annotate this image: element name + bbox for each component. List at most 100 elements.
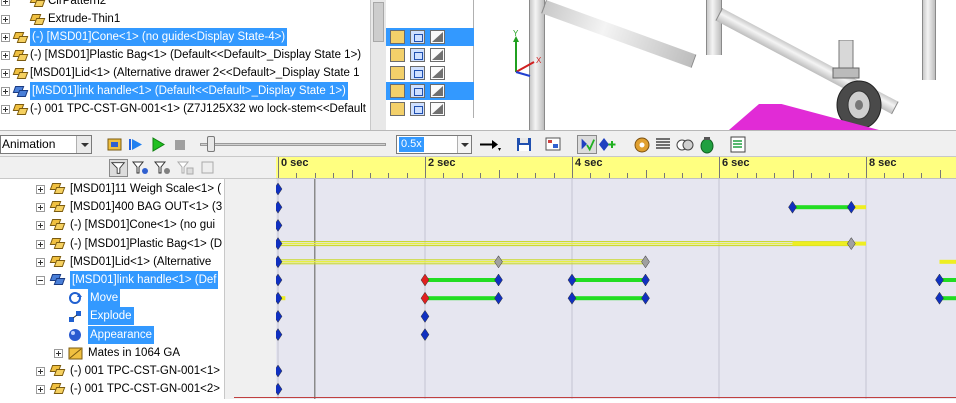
key-point[interactable]: [567, 291, 577, 305]
key-point[interactable]: [420, 291, 430, 305]
change-bar[interactable]: [572, 296, 646, 301]
key-point[interactable]: [567, 273, 577, 287]
play-icon[interactable]: [148, 135, 168, 154]
appearance-icon[interactable]: [430, 48, 445, 62]
expand-icon[interactable]: [1, 15, 10, 24]
appearance-icon[interactable]: [430, 66, 445, 80]
timeline-slider-thumb[interactable]: [207, 136, 215, 152]
key-point[interactable]: [494, 291, 503, 305]
expand-icon[interactable]: [1, 87, 10, 96]
chevron-down-icon[interactable]: [457, 136, 471, 153]
key-point[interactable]: [276, 273, 283, 287]
filter-driving-icon[interactable]: [131, 159, 150, 177]
display-pane-row[interactable]: [386, 46, 474, 64]
key-point[interactable]: [494, 273, 503, 287]
display-mode-icon[interactable]: [410, 30, 425, 44]
results-icon[interactable]: [728, 135, 748, 154]
spring-icon[interactable]: [653, 135, 673, 154]
add-key-icon[interactable]: [598, 135, 618, 154]
change-bar[interactable]: [425, 296, 499, 301]
expand-icon[interactable]: [36, 203, 45, 213]
expand-icon[interactable]: [54, 348, 63, 358]
playback-mode-icon[interactable]: [478, 135, 502, 154]
collapse-icon[interactable]: [36, 276, 45, 285]
contact-icon[interactable]: [675, 135, 695, 154]
display-pane-row[interactable]: [386, 82, 474, 100]
key-point[interactable]: [420, 328, 430, 342]
key-point[interactable]: [935, 273, 944, 287]
timeline-tracks[interactable]: [276, 157, 956, 399]
tree-vertical-scrollbar[interactable]: [370, 0, 386, 130]
change-bar[interactable]: [425, 278, 499, 282]
key-point[interactable]: [276, 200, 283, 214]
key-point[interactable]: [788, 200, 797, 214]
change-bar[interactable]: [572, 278, 646, 282]
display-mode-icon[interactable]: [410, 48, 425, 62]
appearance-icon[interactable]: [430, 102, 445, 116]
expand-icon[interactable]: [36, 367, 45, 376]
filter-selected-icon[interactable]: [153, 159, 172, 177]
key-point[interactable]: [846, 200, 856, 214]
key-point[interactable]: [276, 182, 283, 196]
key-point[interactable]: [276, 218, 283, 232]
animation-wizard-icon[interactable]: [544, 135, 564, 154]
key-point[interactable]: [935, 291, 944, 305]
key-point[interactable]: [641, 255, 650, 269]
display-mode-icon[interactable]: [410, 66, 425, 80]
key-point[interactable]: [641, 291, 650, 305]
key-point[interactable]: [276, 364, 283, 378]
stop-icon[interactable]: [170, 135, 190, 154]
key-point[interactable]: [494, 255, 503, 269]
change-bar[interactable]: [939, 259, 956, 264]
display-mode-icon[interactable]: [410, 102, 425, 116]
scrollbar-thumb[interactable]: [373, 2, 384, 42]
key-point[interactable]: [276, 237, 283, 251]
display-state-icon[interactable]: [390, 48, 405, 62]
autokey-icon[interactable]: [577, 135, 597, 154]
play-from-start-icon[interactable]: [126, 135, 146, 154]
timeline-slider-track[interactable]: [200, 143, 386, 146]
motor-icon[interactable]: [632, 135, 652, 154]
chevron-down-icon[interactable]: [76, 136, 91, 153]
appearance-icon[interactable]: [430, 30, 445, 44]
expand-icon[interactable]: [1, 105, 10, 114]
calculate-icon[interactable]: [105, 135, 125, 154]
expand-icon[interactable]: [1, 33, 10, 42]
save-animation-icon[interactable]: [514, 135, 534, 154]
key-point[interactable]: [276, 291, 283, 305]
key-point[interactable]: [276, 309, 283, 323]
playback-speed-dropdown[interactable]: 0.5x: [396, 135, 472, 154]
change-bar[interactable]: [792, 205, 852, 210]
display-state-icon[interactable]: [390, 66, 405, 80]
gravity-icon[interactable]: [697, 135, 717, 154]
key-point[interactable]: [276, 382, 283, 396]
tree-timeline-splitter[interactable]: [224, 179, 276, 399]
appearance-icon[interactable]: [430, 84, 445, 98]
key-point[interactable]: [846, 237, 856, 251]
expand-icon[interactable]: [36, 257, 45, 267]
display-state-icon[interactable]: [390, 84, 405, 98]
key-point[interactable]: [420, 273, 430, 287]
expand-icon[interactable]: [1, 51, 10, 60]
key-point[interactable]: [276, 328, 283, 342]
display-pane-row[interactable]: [386, 100, 474, 118]
graphics-viewport[interactable]: Y X: [474, 0, 956, 130]
display-pane-row[interactable]: [386, 28, 474, 46]
expand-icon[interactable]: [1, 0, 10, 6]
expand-icon[interactable]: [36, 239, 45, 249]
expand-icon[interactable]: [36, 385, 45, 395]
display-state-icon[interactable]: [390, 102, 405, 116]
filter-collapse-icon[interactable]: [199, 159, 218, 177]
timeline-area[interactable]: 0 sec 2 sec 4 sec 6 sec 8 sec: [276, 157, 956, 399]
filter-results-icon[interactable]: [176, 159, 195, 177]
key-point[interactable]: [641, 273, 650, 287]
expand-icon[interactable]: [36, 185, 45, 194]
expand-icon[interactable]: [36, 221, 45, 231]
display-state-icon[interactable]: [390, 30, 405, 44]
study-type-dropdown[interactable]: Animation: [0, 135, 92, 154]
expand-icon[interactable]: [1, 69, 10, 78]
display-mode-icon[interactable]: [410, 84, 425, 98]
display-pane-row[interactable]: [386, 64, 474, 82]
filter-animated-icon[interactable]: [109, 159, 128, 177]
key-point[interactable]: [276, 255, 283, 269]
